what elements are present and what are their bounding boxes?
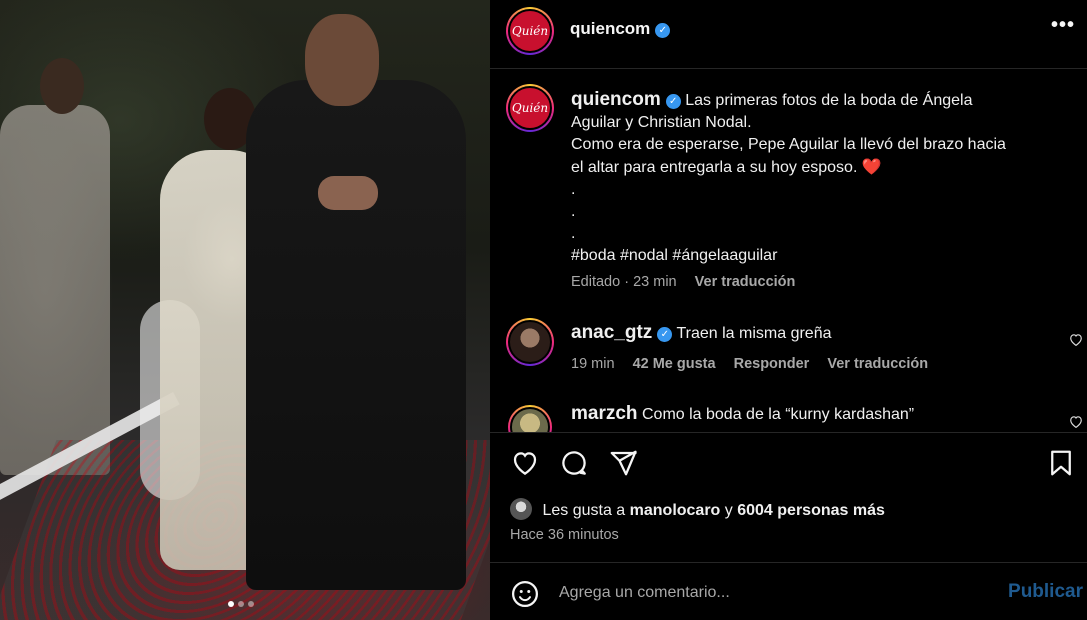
comments-divider: [490, 432, 1087, 433]
comment-text: Traen la misma greña: [676, 325, 832, 342]
likes-summary: Les gusta a manolocaro y 6004 personas m…: [510, 498, 885, 520]
caption-age[interactable]: 23 min: [633, 274, 677, 290]
comment-translate-link[interactable]: Ver traducción: [827, 356, 928, 372]
likes-middle: y: [724, 502, 733, 519]
header-username-row: quiencom ✓: [570, 19, 671, 39]
post-photo[interactable]: [0, 0, 490, 620]
photo-guest-head: [40, 58, 84, 114]
comment-username[interactable]: anac_gtz: [571, 322, 652, 343]
carousel-dot-3[interactable]: [248, 601, 254, 607]
header-avatar[interactable]: Quién: [506, 7, 554, 55]
comment-reply-link[interactable]: Responder: [734, 356, 810, 372]
photo-father-hand: [318, 176, 378, 210]
comment-meta: 19 min 42 Me gusta Responder Ver traducc…: [571, 356, 928, 372]
comment-anac: anac_gtz ✓ Traen la misma greña: [571, 322, 832, 344]
header-divider: [490, 68, 1087, 69]
share-paper-plane-icon[interactable]: [608, 448, 638, 483]
caption-line-1: Las primeras fotos de la boda de Ángela: [685, 92, 973, 109]
comment-avatar-image: [508, 320, 552, 364]
caption-dot-2: .: [571, 203, 576, 221]
comment-bubble-icon[interactable]: [559, 448, 589, 483]
photo-father-head: [305, 14, 379, 106]
caption-edited: Editado: [571, 274, 621, 290]
caption-line-2: Aguilar y Christian Nodal.: [571, 114, 752, 132]
caption-meta: Editado · 23 min Ver traducción: [571, 274, 795, 290]
liker-avatar[interactable]: [510, 498, 532, 520]
like-heart-icon[interactable]: [510, 448, 540, 483]
caption-verified-badge-icon: ✓: [665, 94, 681, 109]
comment-like-heart-icon[interactable]: [1069, 333, 1083, 349]
comment-input[interactable]: Agrega un comentario...: [559, 584, 730, 602]
caption-hashtags[interactable]: #boda #nodal #ángelaaguilar: [571, 245, 1071, 267]
likes-user[interactable]: manolocaro: [630, 502, 721, 519]
comment-likes[interactable]: 42 Me gusta: [633, 356, 716, 372]
comment-like-heart-icon[interactable]: [1069, 415, 1083, 431]
photo-father-suit: [246, 80, 466, 590]
comment-username[interactable]: marzch: [571, 403, 638, 424]
carousel-dots[interactable]: [228, 601, 254, 607]
carousel-dot-1[interactable]: [228, 601, 234, 607]
verified-badge-icon: ✓: [655, 23, 671, 38]
posted-time[interactable]: Hace 36 minutos: [510, 527, 619, 543]
comment-age[interactable]: 19 min: [571, 356, 615, 372]
comment-avatar-image: [510, 407, 550, 432]
red-heart-emoji: ❤️: [861, 158, 882, 176]
action-bar: [510, 448, 1075, 480]
photo-guest-figure: [0, 105, 110, 475]
header-avatar-logo: Quién: [508, 9, 552, 53]
post-caption: quiencom ✓ Las primeras fotos de la boda …: [571, 89, 1071, 268]
comment-marzch-clip: marzch Como la boda de la “kurny kardash…: [490, 395, 1087, 432]
add-comment-bar: Agrega un comentario... Publicar: [490, 562, 1087, 620]
caption-dot-3: .: [571, 225, 576, 243]
likes-others[interactable]: 6004 personas más: [737, 502, 885, 519]
caption-line-3: Como era de esperarse, Pepe Aguilar la l…: [571, 136, 1006, 154]
comment-text: Como la boda de la “kurny kardashan”: [641, 406, 915, 423]
caption-separator: ·: [624, 274, 630, 290]
comment-marzch: marzch Como la boda de la “kurny kardash…: [571, 403, 914, 425]
caption-line-4: el altar para entregarla a su hoy esposo…: [571, 158, 858, 176]
post-panel: Quién quiencom ✓ ••• Quién quiencom ✓ Las …: [490, 0, 1087, 620]
likes-prefix: Les gusta a: [542, 502, 626, 519]
more-options-icon[interactable]: •••: [1051, 14, 1075, 37]
caption-dot-1: .: [571, 180, 576, 198]
caption-avatar-logo: Quién: [508, 86, 552, 130]
comment-avatar-marzch[interactable]: [508, 405, 552, 432]
save-bookmark-icon[interactable]: [1046, 448, 1076, 483]
comment-verified-badge-icon: ✓: [657, 327, 673, 342]
emoji-smile-icon[interactable]: [510, 579, 540, 614]
caption-avatar[interactable]: Quién: [506, 84, 554, 132]
caption-username[interactable]: quiencom: [571, 89, 661, 110]
publish-button[interactable]: Publicar: [1008, 581, 1083, 603]
header-username[interactable]: quiencom: [570, 19, 650, 38]
comment-avatar-anac[interactable]: [506, 318, 554, 366]
caption-translate-link[interactable]: Ver traducción: [695, 274, 796, 290]
carousel-dot-2[interactable]: [238, 601, 244, 607]
